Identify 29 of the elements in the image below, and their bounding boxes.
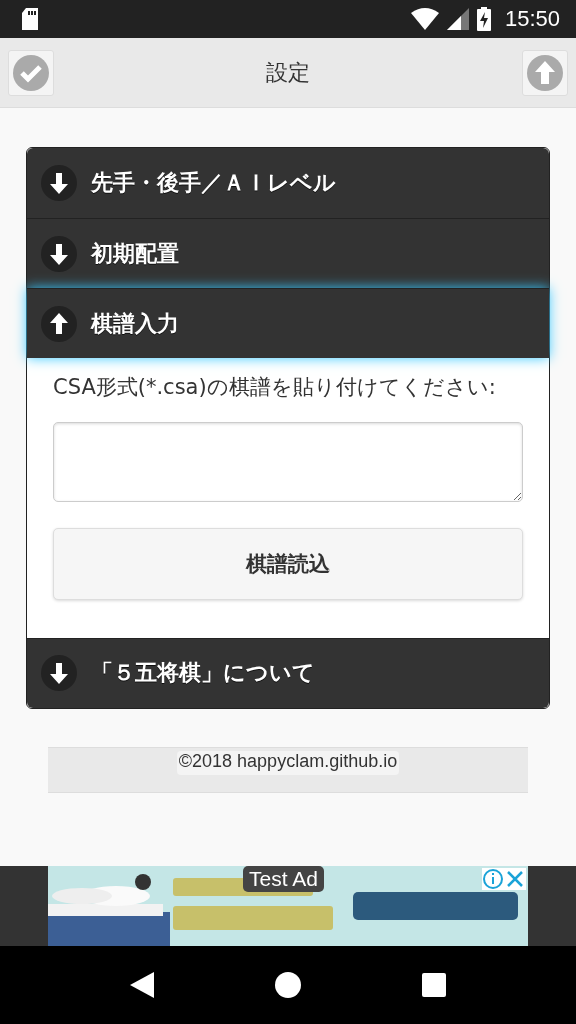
- copyright-text: ©2018 happyclam.github.io: [176, 750, 400, 775]
- arrow-down-icon: [41, 235, 77, 272]
- arrow-up-icon: [41, 305, 77, 342]
- section-title: 初期配置: [91, 239, 179, 268]
- section-title: 棋譜入力: [91, 309, 179, 338]
- instruction-text: CSA形式(*.csa)の棋譜を貼り付けてください:: [53, 374, 497, 401]
- scroll-top-button[interactable]: [522, 49, 568, 96]
- signal-icon: [446, 8, 469, 30]
- back-button[interactable]: [130, 972, 155, 998]
- info-icon[interactable]: [482, 868, 504, 890]
- arrow-down-icon: [41, 655, 77, 691]
- section-header[interactable]: 「５五将棋」について: [27, 637, 549, 708]
- battery-icon: [476, 7, 491, 31]
- home-button[interactable]: [275, 972, 301, 998]
- section-header[interactable]: 初期配置: [27, 218, 549, 288]
- recents-button[interactable]: [421, 973, 446, 997]
- section-header[interactable]: 棋譜入力: [27, 288, 549, 358]
- ad-label: Test Ad: [243, 866, 324, 892]
- section-header[interactable]: 先手・後手／ＡＩレベル: [27, 148, 549, 218]
- wifi-icon: [410, 8, 439, 30]
- arrow-down-icon: [41, 165, 77, 201]
- section-title: 先手・後手／ＡＩレベル: [91, 169, 336, 197]
- kifu-input-field[interactable]: [53, 421, 523, 502]
- status-time: 15:50: [504, 6, 560, 32]
- sd-card-icon: [20, 8, 40, 30]
- load-kifu-button[interactable]: 棋譜読込: [53, 527, 523, 600]
- page-title: 設定: [266, 58, 310, 87]
- confirm-button[interactable]: [8, 49, 54, 96]
- section-title: 「５五将棋」について: [91, 659, 315, 687]
